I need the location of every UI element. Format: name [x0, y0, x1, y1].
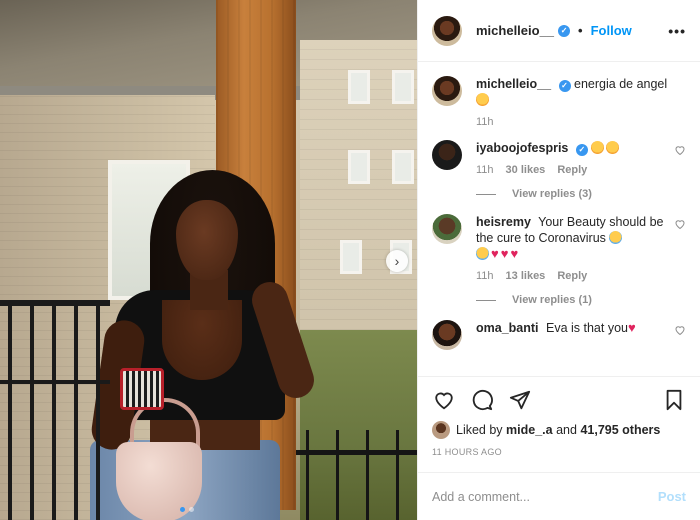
commenter-avatar[interactable] [432, 214, 462, 244]
person [89, 170, 320, 520]
star-struck-emoji-icon [606, 141, 620, 154]
heart-emoji-icon: ♥ [510, 246, 519, 261]
carousel-dot [189, 507, 194, 512]
author-avatar[interactable] [432, 15, 462, 46]
replies-divider [476, 193, 496, 195]
comment-text: Your Beauty should [538, 215, 647, 229]
view-replies-label: View replies (1) [512, 294, 592, 306]
comment-input[interactable] [432, 489, 658, 504]
comment: iyaboojofespris ✓ 11h 30 likes Reply [432, 140, 686, 176]
commenter-avatar[interactable] [432, 140, 462, 170]
crying-emoji-icon [609, 231, 623, 244]
carousel-dots [180, 507, 194, 512]
verified-badge-icon: ✓ [575, 144, 588, 156]
post-comment-button[interactable]: Post [658, 489, 686, 504]
author-username[interactable]: michelleio__ [476, 23, 554, 38]
verified-badge-icon: ✓ [558, 80, 571, 92]
heart-emoji-icon: ♥ [628, 320, 636, 335]
comment-time: 11h [476, 164, 494, 176]
heart-icon [435, 392, 453, 410]
view-replies-button[interactable]: View replies (1) [476, 294, 686, 306]
like-button[interactable] [432, 388, 456, 412]
comment-likes-count[interactable]: 30 likes [506, 164, 546, 176]
comment-likes-count[interactable]: 13 likes [506, 270, 546, 282]
liked-by-others[interactable]: 41,795 others [580, 423, 660, 437]
save-button[interactable] [662, 388, 686, 412]
post-header: michelleio__ ✓ • Follow ••• [418, 0, 700, 62]
more-options-icon[interactable]: ••• [668, 23, 686, 39]
crying-emoji-icon [476, 247, 489, 260]
heart-emoji-icon: ♥ [491, 246, 499, 261]
chevron-right-icon: › [394, 253, 400, 269]
caption-username[interactable]: michelleio__ [476, 77, 551, 91]
comment-username[interactable]: iyaboojofespris [476, 141, 568, 155]
reply-button[interactable]: Reply [557, 164, 587, 176]
comment-text: Eva is that you [546, 321, 628, 335]
carousel-dot [180, 507, 185, 512]
bookmark-icon [666, 389, 682, 411]
liked-by-joiner: and [556, 423, 577, 437]
star-struck-emoji-icon [591, 141, 605, 154]
post-side-panel: michelleio__ ✓ • Follow ••• michelleio__… [417, 0, 700, 520]
view-replies-label: View replies (3) [512, 188, 592, 200]
comment-time: 11h [476, 270, 494, 282]
comments-section[interactable]: michelleio__ ✓ energia de angel 11h iyab… [418, 62, 700, 376]
verified-badge-icon: ✓ [558, 24, 571, 37]
post-actions: Liked by mide_.a and 41,795 others 11 HO… [418, 376, 700, 472]
phone-case [120, 368, 164, 410]
separator-dot: • [578, 23, 583, 38]
comment-button[interactable] [470, 388, 494, 412]
add-comment-bar: Post [418, 472, 700, 520]
next-photo-button[interactable]: › [386, 250, 408, 272]
caption-text: energia de angel [574, 77, 668, 91]
porch-railing [0, 300, 110, 520]
comment-username[interactable]: heisremy [476, 215, 531, 229]
liked-by-prefix: Liked by [456, 423, 503, 437]
liked-by-user[interactable]: mide_.a [506, 423, 553, 437]
action-icons [432, 385, 686, 415]
author-avatar[interactable] [432, 76, 462, 106]
like-comment-heart-icon[interactable] [674, 324, 686, 336]
view-replies-button[interactable]: View replies (3) [476, 188, 686, 200]
author-info: michelleio__ ✓ • Follow [476, 23, 632, 38]
replies-divider [476, 299, 496, 301]
heart-emoji-icon: ♥ [500, 246, 509, 261]
porch-railing-right [296, 430, 417, 520]
paper-plane-icon [509, 390, 531, 410]
caption-time: 11h [476, 116, 494, 128]
share-button[interactable] [508, 388, 532, 412]
instagram-post: › michelleio__ ✓ • Follow ••• michelleio… [0, 0, 700, 520]
reply-button[interactable]: Reply [557, 270, 587, 282]
liked-by: Liked by mide_.a and 41,795 others [432, 421, 686, 439]
comment-username[interactable]: oma_banti [476, 321, 539, 335]
post-timestamp[interactable]: 11 HOURS AGO [432, 447, 686, 457]
caption: michelleio__ ✓ energia de angel 11h [432, 76, 686, 128]
star-struck-emoji-icon [476, 93, 489, 106]
post-photo[interactable]: › [0, 0, 417, 520]
comment: heisremy Your Beauty should be the cure … [432, 214, 686, 282]
like-comment-heart-icon[interactable] [674, 144, 686, 156]
follow-button[interactable]: Follow [591, 23, 632, 38]
liker-avatar[interactable] [432, 421, 450, 439]
comment-bubble-icon [472, 389, 493, 411]
comment: oma_banti Eva is that you♥ [432, 320, 686, 350]
commenter-avatar[interactable] [432, 320, 462, 350]
like-comment-heart-icon[interactable] [674, 218, 686, 230]
